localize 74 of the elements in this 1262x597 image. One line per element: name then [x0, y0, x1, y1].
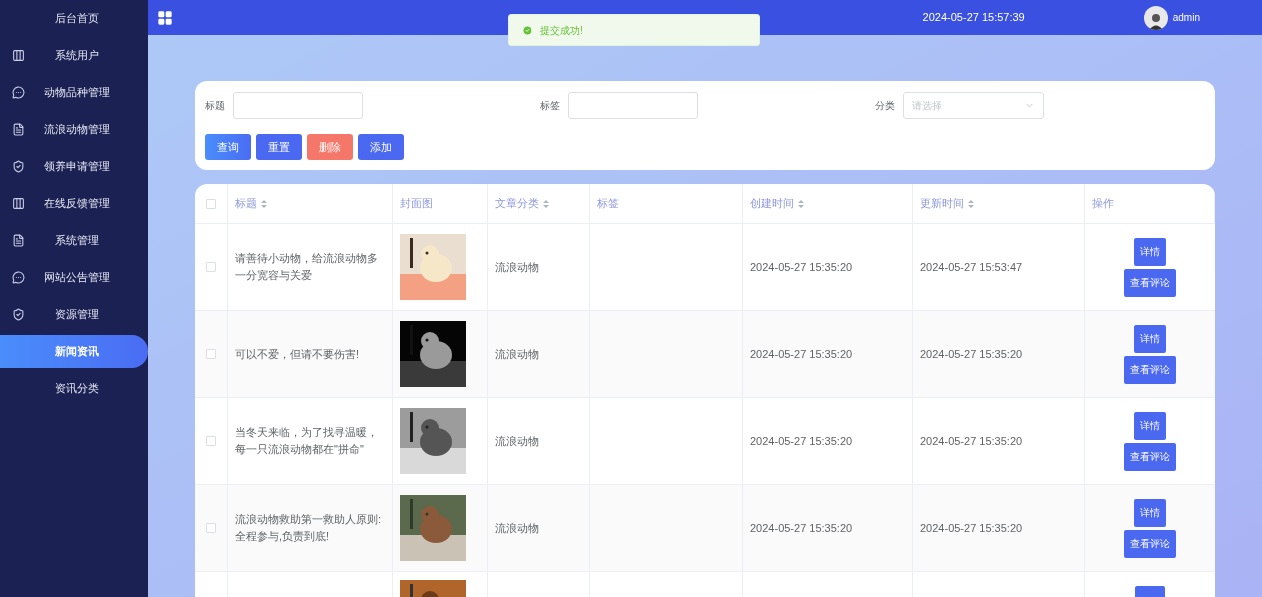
comments-button[interactable]: 查看评论	[1124, 268, 1176, 297]
article-title: 请善待小动物，给流浪动物多一分宽容与关爱	[235, 251, 379, 283]
sidebar-item[interactable]: 在线反馈管理	[0, 185, 148, 222]
category-text: 流浪动物	[495, 520, 539, 536]
sidebar-item[interactable]: 资讯分类	[0, 370, 148, 407]
updated-time: 2024-05-27 15:35:20	[920, 346, 1023, 362]
date-time: 2024-05-27 15:57:39	[922, 10, 1025, 26]
checkbox[interactable]	[206, 198, 216, 209]
menu-icon	[12, 123, 25, 136]
comments-button[interactable]: 查看评论	[1124, 529, 1176, 558]
checkbox[interactable]	[206, 436, 216, 446]
category-text: 流浪动物	[495, 433, 539, 449]
detail-button[interactable]: 详情	[1134, 237, 1166, 266]
column-header: 操作	[1092, 196, 1114, 212]
avatar[interactable]	[1143, 5, 1168, 30]
action-button[interactable]: 添加	[358, 134, 404, 160]
menu-icon	[12, 160, 25, 173]
updated-time: 2024-05-27 15:53:47	[920, 259, 1023, 275]
sort-icon[interactable]	[543, 199, 549, 208]
sidebar-item[interactable]: 系统管理	[0, 222, 148, 259]
comments-button[interactable]: 查看评论	[1124, 355, 1176, 384]
column-header: 文章分类	[495, 196, 539, 212]
column-header: 创建时间	[750, 196, 794, 212]
updated-time: 2024-05-27 15:35:20	[920, 520, 1023, 536]
check-icon	[522, 24, 533, 36]
user-name[interactable]: admin	[1172, 10, 1200, 25]
sidebar-item[interactable]: 动物品种管理	[0, 74, 148, 111]
action-button[interactable]: 查询	[205, 134, 251, 160]
checkbox[interactable]	[206, 523, 216, 533]
toast-message: 提交成功!	[540, 23, 583, 38]
sort-icon[interactable]	[968, 199, 974, 208]
column-header: 更新时间	[920, 196, 964, 212]
menu-icon	[12, 308, 25, 321]
sidebar-item[interactable]: 新闻资讯	[0, 335, 148, 368]
sort-icon[interactable]	[798, 199, 804, 208]
category-text: 流浪动物	[495, 346, 539, 362]
field-label: 标签	[540, 99, 560, 113]
column-header: 标题	[235, 196, 257, 212]
sidebar-item[interactable]: 系统用户	[0, 37, 148, 74]
created-time: 2024-05-27 15:35:20	[750, 346, 853, 362]
menu-icon	[12, 197, 25, 210]
category-text: 流浪动物	[495, 259, 539, 275]
sort-icon[interactable]	[261, 199, 267, 208]
sidebar-item[interactable]: 后台首页	[0, 0, 148, 37]
article-title: 当冬天来临，为了找寻温暖，每一只流浪动物都在"拼命"	[235, 425, 379, 457]
action-button[interactable]: 删除	[307, 134, 353, 160]
sidebar-item[interactable]: 领养申请管理	[0, 148, 148, 185]
menu-icon	[12, 271, 25, 284]
comments-button[interactable]: 查看评论	[1124, 442, 1176, 471]
detail-button[interactable]: 详情	[1134, 411, 1166, 440]
menu-icon	[12, 49, 25, 62]
field-label: 标题	[205, 99, 225, 113]
detail-button[interactable]: 详情	[1134, 498, 1166, 527]
sidebar-item[interactable]: 流浪动物管理	[0, 111, 148, 148]
checkbox[interactable]	[206, 349, 216, 359]
menu-icon	[12, 234, 25, 247]
action-button[interactable]: 重置	[256, 134, 302, 160]
checkbox[interactable]	[206, 262, 216, 272]
sidebar-item[interactable]: 网站公告管理	[0, 259, 148, 296]
text-field[interactable]	[233, 92, 363, 119]
sidebar-item[interactable]: 资源管理	[0, 296, 148, 333]
field-label: 分类	[875, 99, 895, 113]
created-time: 2024-05-27 15:35:20	[750, 520, 853, 536]
created-time: 2024-05-27 15:35:20	[750, 433, 853, 449]
column-header: 标签	[597, 196, 619, 212]
article-title: 可以不爱，但请不要伤害!	[235, 346, 360, 362]
text-field[interactable]	[568, 92, 698, 119]
detail-button[interactable]: 详情	[1134, 324, 1166, 353]
created-time: 2024-05-27 15:35:20	[750, 259, 853, 275]
updated-time: 2024-05-27 15:35:20	[920, 433, 1023, 449]
grid-icon[interactable]	[157, 9, 173, 26]
column-header: 封面图	[400, 196, 433, 212]
menu-icon	[12, 86, 25, 99]
article-title: 流浪动物救助第一救助人原则:全程参与,负责到底!	[235, 512, 383, 544]
